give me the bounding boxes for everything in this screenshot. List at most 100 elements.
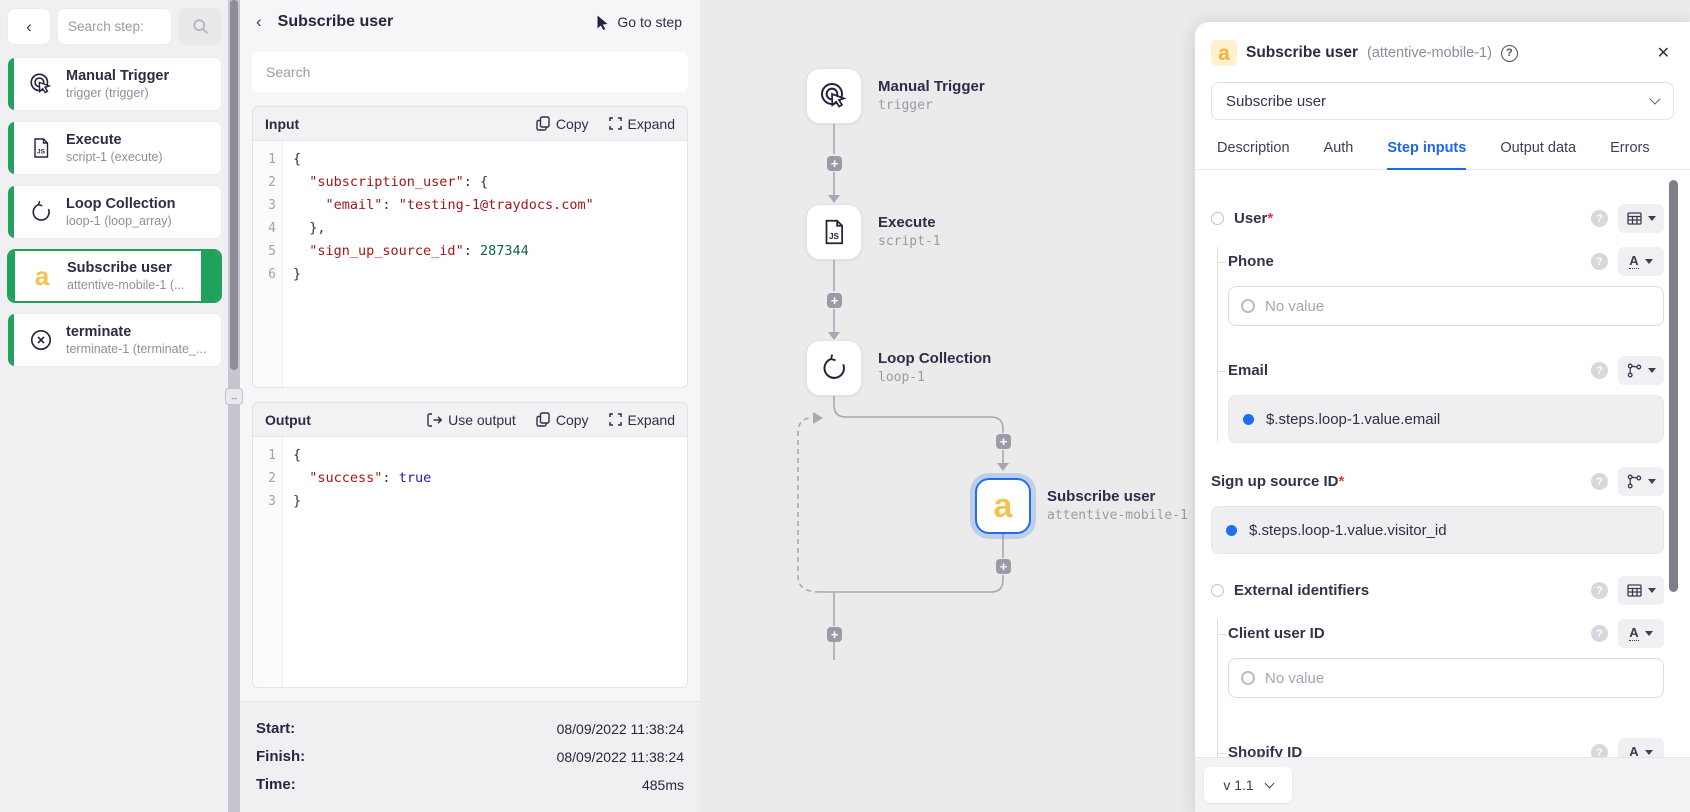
shopify-id-label: Shopify ID <box>1228 744 1302 757</box>
source-id-value-field[interactable]: $.steps.loop-1.value.visitor_id <box>1211 506 1664 554</box>
copy-input-button[interactable]: Copy <box>536 116 589 132</box>
sidebar-back-button[interactable]: ‹ <box>7 8 51 45</box>
step-subtitle: terminate-1 (terminate_... <box>66 342 206 356</box>
email-value-field[interactable]: $.steps.loop-1.value.email <box>1228 395 1664 443</box>
terminate-icon <box>24 327 58 353</box>
source-id-type-selector[interactable] <box>1618 467 1664 496</box>
steps-sidebar: ‹ Manual Trigger trigger (trigger) <box>0 0 228 812</box>
run-log-search-input[interactable] <box>252 52 688 92</box>
help-icon[interactable]: ? <box>1501 45 1518 62</box>
caret-down-icon <box>1648 588 1656 593</box>
expand-label: Expand <box>628 412 675 428</box>
finish-time-row: Finish: 08/09/2022 11:38:24 <box>256 743 684 771</box>
phone-input[interactable] <box>1228 286 1664 326</box>
node-execute[interactable]: JS <box>806 204 862 260</box>
add-step-button[interactable]: + <box>827 156 842 171</box>
sidebar-step-loop-collection[interactable]: Loop Collection loop-1 (loop_array) <box>7 185 222 239</box>
output-code-editor[interactable]: 1 2 3 { "success": true } <box>253 437 687 687</box>
node-loop-collection[interactable] <box>806 340 862 396</box>
use-output-button[interactable]: Use output <box>427 412 516 428</box>
step-search-button[interactable] <box>178 8 222 45</box>
user-radio[interactable] <box>1211 212 1224 225</box>
help-icon[interactable]: ? <box>1591 362 1608 379</box>
node-subscribe-user[interactable]: a <box>975 478 1031 534</box>
inspector-footer: v 1.1 <box>1195 757 1690 812</box>
sidebar-step-execute[interactable]: JS Execute script-1 (execute) <box>7 121 222 175</box>
sidebar-scrollbar-thumb[interactable] <box>230 0 238 370</box>
inspector-tabs: Description Auth Step inputs Output data… <box>1195 120 1690 170</box>
connector-version-select[interactable]: v 1.1 <box>1204 767 1292 803</box>
help-icon[interactable]: ? <box>1591 744 1608 757</box>
tab-description[interactable]: Description <box>1217 140 1290 170</box>
chevron-down-icon <box>1649 93 1660 104</box>
help-icon[interactable]: ? <box>1591 625 1608 642</box>
node-manual-trigger[interactable] <box>806 68 862 124</box>
help-icon[interactable]: ? <box>1591 582 1608 599</box>
close-icon[interactable]: ✕ <box>1657 43 1670 63</box>
email-value: $.steps.loop-1.value.email <box>1266 411 1440 428</box>
use-output-icon <box>427 413 442 427</box>
step-subtitle: loop-1 (loop_array) <box>66 214 176 228</box>
sidebar-step-manual-trigger[interactable]: Manual Trigger trigger (trigger) <box>7 57 222 111</box>
add-step-button[interactable]: + <box>996 559 1011 574</box>
inspector-title: Subscribe user <box>1246 44 1358 62</box>
input-code-editor[interactable]: 1 2 3 4 5 6 { "subscription_user": { "em… <box>253 141 687 387</box>
tab-errors[interactable]: Errors <box>1610 140 1649 170</box>
add-step-button[interactable]: + <box>827 293 842 308</box>
expand-input-button[interactable]: Expand <box>609 116 675 132</box>
add-step-button[interactable]: + <box>827 627 842 642</box>
client-user-id-text-input[interactable] <box>1265 670 1651 687</box>
cursor-icon <box>596 15 609 30</box>
sidebar-splitter[interactable]: ↔ <box>228 0 240 812</box>
client-user-id-input[interactable] <box>1228 658 1664 698</box>
external-type-selector[interactable] <box>1618 576 1664 605</box>
finish-label: Finish: <box>256 743 305 771</box>
back-icon[interactable]: ‹ <box>256 12 262 32</box>
step-title: Subscribe user <box>67 260 184 276</box>
step-subtitle: attentive-mobile-1 (... <box>67 278 184 292</box>
step-search-input[interactable] <box>57 8 172 45</box>
copy-output-button[interactable]: Copy <box>536 412 589 428</box>
client-user-id-type-selector[interactable]: A <box>1618 619 1664 648</box>
text-type-icon: A <box>1629 626 1638 641</box>
help-icon[interactable]: ? <box>1591 473 1608 490</box>
node-label: Subscribe user attentive-mobile-1 <box>1047 488 1188 523</box>
go-to-step-button[interactable]: Go to step <box>596 14 682 30</box>
finish-value: 08/09/2022 11:38:24 <box>557 743 684 771</box>
tab-step-inputs[interactable]: Step inputs <box>1387 140 1466 170</box>
empty-value-icon <box>1241 671 1255 685</box>
shopify-id-type-selector[interactable]: A <box>1618 738 1664 757</box>
user-type-selector[interactable] <box>1618 204 1664 233</box>
use-output-label: Use output <box>448 412 516 428</box>
line-number-gutter: 1 2 3 <box>253 437 283 687</box>
tray-workflow-debugger: ‹ Manual Trigger trigger (trigger) <box>0 0 1690 812</box>
step-title: Manual Trigger <box>66 68 169 84</box>
expand-output-button[interactable]: Expand <box>609 412 675 428</box>
sidebar-step-terminate[interactable]: terminate terminate-1 (terminate_... <box>7 313 222 367</box>
phone-label: Phone <box>1228 253 1274 270</box>
help-icon[interactable]: ? <box>1591 253 1608 270</box>
help-icon[interactable]: ? <box>1591 210 1608 227</box>
step-title: Loop Collection <box>66 196 176 212</box>
external-identifiers-radio[interactable] <box>1211 584 1224 597</box>
tab-auth[interactable]: Auth <box>1324 140 1354 170</box>
manual-trigger-icon <box>818 80 850 112</box>
output-panel-title: Output <box>265 412 311 428</box>
phone-text-input[interactable] <box>1265 298 1651 315</box>
operation-select[interactable]: Subscribe user <box>1211 82 1674 120</box>
splitter-drag-handle[interactable]: ↔ <box>225 388 243 405</box>
workflow-canvas[interactable]: + + + + + Manual Trigger trigger JS Exec… <box>700 0 1690 812</box>
add-step-button[interactable]: + <box>996 434 1011 449</box>
sidebar-step-subscribe-user[interactable]: a Subscribe user attentive-mobile-1 (... <box>7 249 222 303</box>
email-label: Email <box>1228 362 1268 379</box>
phone-type-selector[interactable]: A <box>1618 247 1664 276</box>
user-label: User* <box>1234 210 1273 227</box>
text-type-icon: A <box>1629 254 1638 269</box>
inspector-header: a Subscribe user (attentive-mobile-1) ? … <box>1195 22 1690 66</box>
time-label: Time: <box>256 771 296 799</box>
tab-output-data[interactable]: Output data <box>1500 140 1576 170</box>
expand-label: Expand <box>628 116 675 132</box>
panel-scrollbar-thumb[interactable] <box>1669 180 1678 592</box>
email-type-selector[interactable] <box>1618 356 1664 385</box>
user-field-row: User* ? <box>1211 204 1664 233</box>
